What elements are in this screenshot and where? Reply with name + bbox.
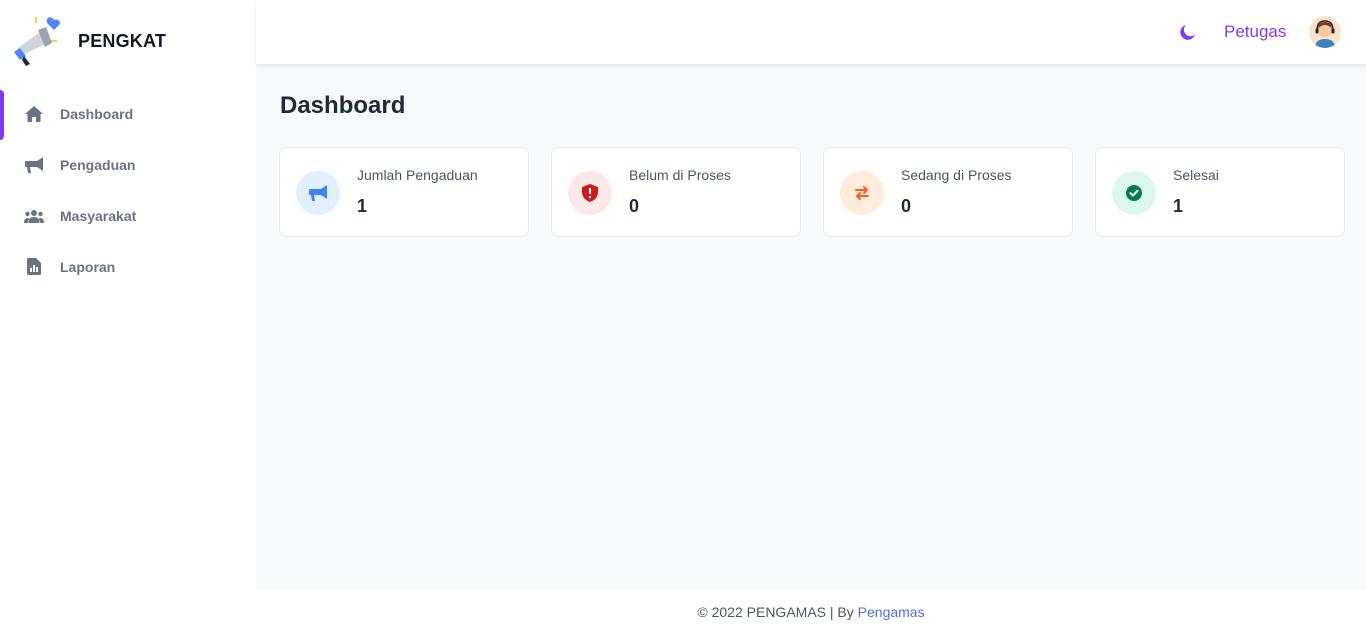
stat-card-belum-di-proses: Belum di Proses 0 — [551, 147, 801, 237]
stat-value: 1 — [1173, 196, 1184, 216]
brand[interactable]: PENGKAT — [12, 14, 166, 68]
report-file-icon — [24, 257, 44, 277]
stat-value: 0 — [901, 196, 912, 216]
megaphone-icon — [296, 171, 340, 215]
stat-label: Belum di Proses — [629, 167, 731, 183]
brand-name: PENGKAT — [78, 30, 167, 51]
megaphone-icon — [24, 155, 44, 175]
shield-alert-icon — [568, 171, 612, 215]
page-title: Dashboard — [280, 92, 406, 119]
stats-cards: Jumlah Pengaduan 1 Belum di Proses 0 Sed… — [279, 147, 1345, 237]
sidebar-item-label: Pengaduan — [60, 156, 136, 173]
footer: © 2022 PENGAMAS | By Pengamas — [256, 590, 1366, 635]
check-circle-icon — [1112, 171, 1156, 215]
top-header: Petugas — [256, 0, 1366, 64]
swap-arrows-icon — [840, 171, 884, 215]
user-name[interactable]: Petugas — [1224, 22, 1286, 42]
sidebar-item-pengaduan[interactable]: Pengaduan — [0, 139, 256, 190]
megaphone-logo-icon — [12, 14, 64, 68]
sidebar-item-label: Masyarakat — [60, 207, 137, 224]
sidebar-item-label: Dashboard — [60, 105, 134, 122]
footer-by: By — [837, 604, 854, 620]
stat-label: Selesai — [1173, 167, 1219, 183]
stat-card-selesai: Selesai 1 — [1095, 147, 1345, 237]
sidebar-item-masyarakat[interactable]: Masyarakat — [0, 190, 256, 241]
stat-value: 0 — [629, 196, 640, 216]
sidebar-item-laporan[interactable]: Laporan — [0, 241, 256, 292]
sidebar: PENGKAT Dashboard Pengaduan Masyarakat L… — [0, 0, 256, 635]
sidebar-item-dashboard[interactable]: Dashboard — [0, 88, 256, 140]
stat-value: 1 — [357, 196, 368, 216]
footer-link[interactable]: Pengamas — [858, 604, 925, 620]
footer-separator: | — [829, 604, 834, 620]
users-icon — [24, 206, 44, 226]
home-icon — [24, 104, 44, 124]
stat-card-jumlah-pengaduan: Jumlah Pengaduan 1 — [279, 147, 529, 237]
sidebar-nav: Dashboard Pengaduan Masyarakat Laporan — [0, 88, 256, 292]
stat-card-sedang-di-proses: Sedang di Proses 0 — [823, 147, 1073, 237]
moon-icon[interactable] — [1178, 22, 1198, 42]
main-content: Dashboard Jumlah Pengaduan 1 Belum di Pr… — [256, 64, 1366, 590]
footer-copyright: © 2022 PENGAMAS — [697, 604, 826, 620]
avatar-icon[interactable] — [1309, 16, 1341, 48]
sidebar-item-label: Laporan — [60, 258, 116, 275]
stat-label: Sedang di Proses — [901, 167, 1012, 183]
stat-label: Jumlah Pengaduan — [357, 167, 478, 183]
